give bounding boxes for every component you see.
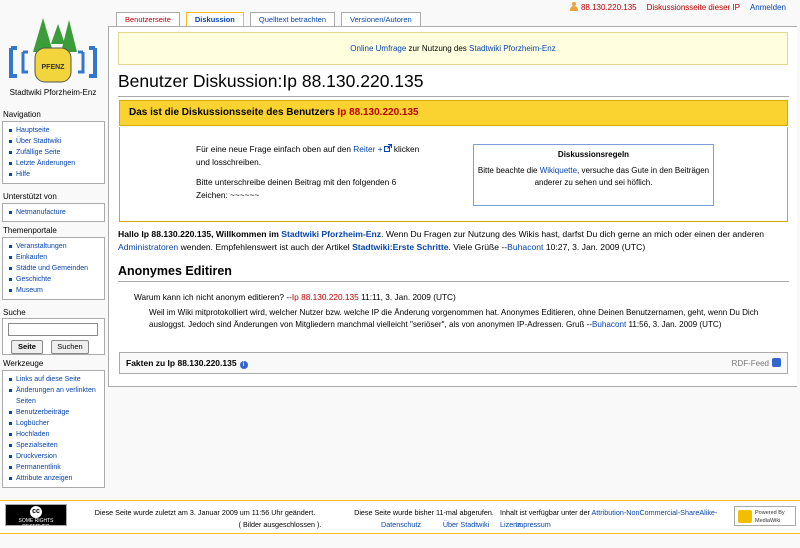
tool-what-links-here[interactable]: Links auf diese Seite bbox=[9, 374, 104, 385]
sponsor-link[interactable]: Netmanufacture bbox=[9, 207, 104, 218]
section-heading: Anonymes Editiren bbox=[118, 264, 789, 282]
nav-item-recent-changes[interactable]: Letzte Änderungen bbox=[9, 158, 104, 169]
cc-icon: cc bbox=[30, 506, 42, 518]
tool-upload[interactable]: Hochladen bbox=[9, 429, 104, 440]
main-content: Online Umfrage zur Nutzung des Stadtwiki… bbox=[108, 26, 797, 387]
tool-special-pages[interactable]: Spezialseiten bbox=[9, 440, 104, 451]
cc-license-badge[interactable]: cc SOME RIGHTS RESERVED bbox=[5, 504, 67, 530]
external-link-icon bbox=[383, 144, 392, 152]
admins-link[interactable]: Administratoren bbox=[118, 242, 178, 252]
portal-towns[interactable]: Städte und Gemeinden bbox=[9, 263, 104, 274]
discussion-instructions: Für eine neue Frage einfach oben auf den… bbox=[196, 143, 426, 202]
tab-discussion[interactable]: Diskussion bbox=[185, 12, 244, 27]
banner-text: Das ist die Diskussionsseite des Benutze… bbox=[129, 107, 338, 118]
tool-attributes[interactable]: Attribute anzeigen bbox=[9, 473, 104, 484]
privacy-link[interactable]: Datenschutz bbox=[376, 519, 426, 531]
survey-link[interactable]: Online Umfrage bbox=[350, 44, 406, 53]
portals-heading: Themenportale bbox=[3, 226, 57, 235]
login-link[interactable]: Anmelden bbox=[750, 3, 786, 12]
answer-post: Weil im Wiki mitprotokolliert wird, welc… bbox=[149, 308, 759, 329]
nav-item-about[interactable]: Über Stadtwiki bbox=[9, 136, 104, 147]
images-excluded: ( Bilder ausgeschlossen ). bbox=[238, 520, 322, 529]
search-heading: Suche bbox=[3, 308, 26, 317]
mediawiki-badge[interactable]: Powered By MediaWiki bbox=[734, 506, 796, 526]
search-portlet: Seite Suchen bbox=[2, 318, 105, 355]
tool-print[interactable]: Druckversion bbox=[9, 451, 104, 462]
last-modified: Diese Seite wurde zuletzt am 3. Januar 2… bbox=[94, 508, 316, 517]
rules-text: Bitte beachte die Wikiquette, versuche d… bbox=[477, 166, 710, 187]
facts-box: Fakten zu Ip 88.130.220.135 i RDF-Feed bbox=[119, 352, 788, 374]
supported-heading: Unterstützt von bbox=[3, 192, 57, 201]
question-user-link[interactable]: Ip 88.130.220.135 bbox=[292, 292, 359, 302]
tools-heading: Werkzeuge bbox=[3, 359, 44, 368]
tab-user-page[interactable]: Benutzerseite bbox=[116, 12, 180, 26]
nav-item-main[interactable]: Hauptseite bbox=[9, 125, 104, 136]
discussion-info-box: Für eine neue Frage einfach oben auf den… bbox=[119, 127, 788, 222]
view-count: Diese Seite wurde bisher 11-mal abgerufe… bbox=[354, 508, 494, 517]
instruction-text: Für eine neue Frage einfach oben auf den bbox=[196, 144, 354, 154]
site-notice-text: zur Nutzung des bbox=[406, 44, 470, 53]
nav-item-random[interactable]: Zufällige Seite bbox=[9, 147, 104, 158]
page-title: Benutzer Diskussion:Ip 88.130.220.135 bbox=[118, 71, 791, 97]
user-ip-link[interactable]: 88.130.220.135 bbox=[569, 2, 637, 12]
portal-shopping[interactable]: Einkaufen bbox=[9, 252, 104, 263]
nav-item-help[interactable]: Hilfe bbox=[9, 169, 104, 180]
personal-bar: 88.130.220.135 Diskussionsseite dieser I… bbox=[569, 2, 786, 12]
banner-user-link[interactable]: Ip 88.130.220.135 bbox=[337, 107, 418, 118]
tool-logs[interactable]: Logbücher bbox=[9, 418, 104, 429]
tool-contributions[interactable]: Benutzerbeiträge bbox=[9, 407, 104, 418]
tool-permalink[interactable]: Permanentlink bbox=[9, 462, 104, 473]
nav-heading: Navigation bbox=[3, 110, 41, 119]
first-steps-link[interactable]: Stadtwiki:Erste Schritte bbox=[352, 242, 448, 252]
new-section-link[interactable]: Reiter + bbox=[353, 144, 392, 154]
welcome-user-link[interactable]: Buhacont bbox=[507, 242, 543, 252]
signature-hint: Bitte unterschreibe deinen Beitrag mit d… bbox=[196, 177, 397, 200]
question-post: Warum kann ich nicht anonym editieren? -… bbox=[134, 292, 456, 302]
supported-portlet: Netmanufacture bbox=[2, 203, 105, 222]
rules-title: Diskussionsregeln bbox=[557, 150, 630, 159]
search-button[interactable]: Suchen bbox=[51, 340, 89, 354]
ip-discussion-link[interactable]: Diskussionsseite dieser IP bbox=[647, 3, 740, 12]
go-button[interactable]: Seite bbox=[11, 340, 43, 354]
welcome-message: Hallo Ip 88.130.220.135, Willkommen im S… bbox=[118, 229, 765, 252]
search-input[interactable] bbox=[8, 323, 98, 336]
discussion-banner: Das ist die Diskussionsseite des Benutze… bbox=[119, 100, 788, 126]
logo-badge: PFENZ bbox=[42, 64, 66, 71]
page-tabs: Benutzerseite Diskussion Quelltext betra… bbox=[116, 12, 421, 27]
tab-history[interactable]: Versionen/Autoren bbox=[341, 12, 421, 26]
info-icon[interactable]: i bbox=[239, 361, 248, 369]
user-icon bbox=[569, 2, 578, 11]
answer-user-link[interactable]: Buhacont bbox=[592, 320, 626, 329]
logo-name: Stadtwiki Pforzheim-Enz bbox=[9, 88, 97, 97]
portal-museum[interactable]: Museum bbox=[9, 285, 104, 296]
discussion-rules-box: Diskussionsregeln Bitte beachte die Wiki… bbox=[473, 144, 714, 206]
portal-events[interactable]: Veranstaltungen bbox=[9, 241, 104, 252]
site-notice-wiki-link[interactable]: Stadtwiki Pforzheim-Enz bbox=[469, 44, 556, 53]
rdf-feed-link[interactable]: RDF-Feed bbox=[732, 358, 781, 368]
site-link[interactable]: Stadtwiki Pforzheim-Enz bbox=[281, 229, 381, 239]
nav-portlet: Hauptseite Über Stadtwiki Zufällige Seit… bbox=[2, 121, 105, 184]
site-logo[interactable]: PFENZ Stadtwiki Pforzheim-Enz bbox=[3, 14, 103, 98]
tool-related-changes[interactable]: Änderungen an verlinkten Seiten bbox=[9, 385, 104, 407]
tools-portlet: Links auf diese Seite Änderungen an verl… bbox=[2, 370, 105, 488]
rdf-icon bbox=[772, 358, 781, 367]
facts-title: Fakten zu Ip 88.130.220.135 i bbox=[126, 358, 248, 369]
wikiquette-link[interactable]: Wikiquette bbox=[540, 166, 577, 175]
footer: cc SOME RIGHTS RESERVED Diese Seite wurd… bbox=[0, 500, 800, 534]
site-notice: Online Umfrage zur Nutzung des Stadtwiki… bbox=[118, 32, 788, 65]
tab-view-source[interactable]: Quelltext betrachten bbox=[249, 12, 336, 26]
about-link[interactable]: Über Stadtwiki bbox=[436, 519, 496, 531]
portal-history[interactable]: Geschichte bbox=[9, 274, 104, 285]
logo-graphic-icon: PFENZ bbox=[9, 18, 97, 83]
imprint-link[interactable]: Impressum bbox=[508, 519, 558, 531]
portals-portlet: Veranstaltungen Einkaufen Städte und Gem… bbox=[2, 237, 105, 300]
